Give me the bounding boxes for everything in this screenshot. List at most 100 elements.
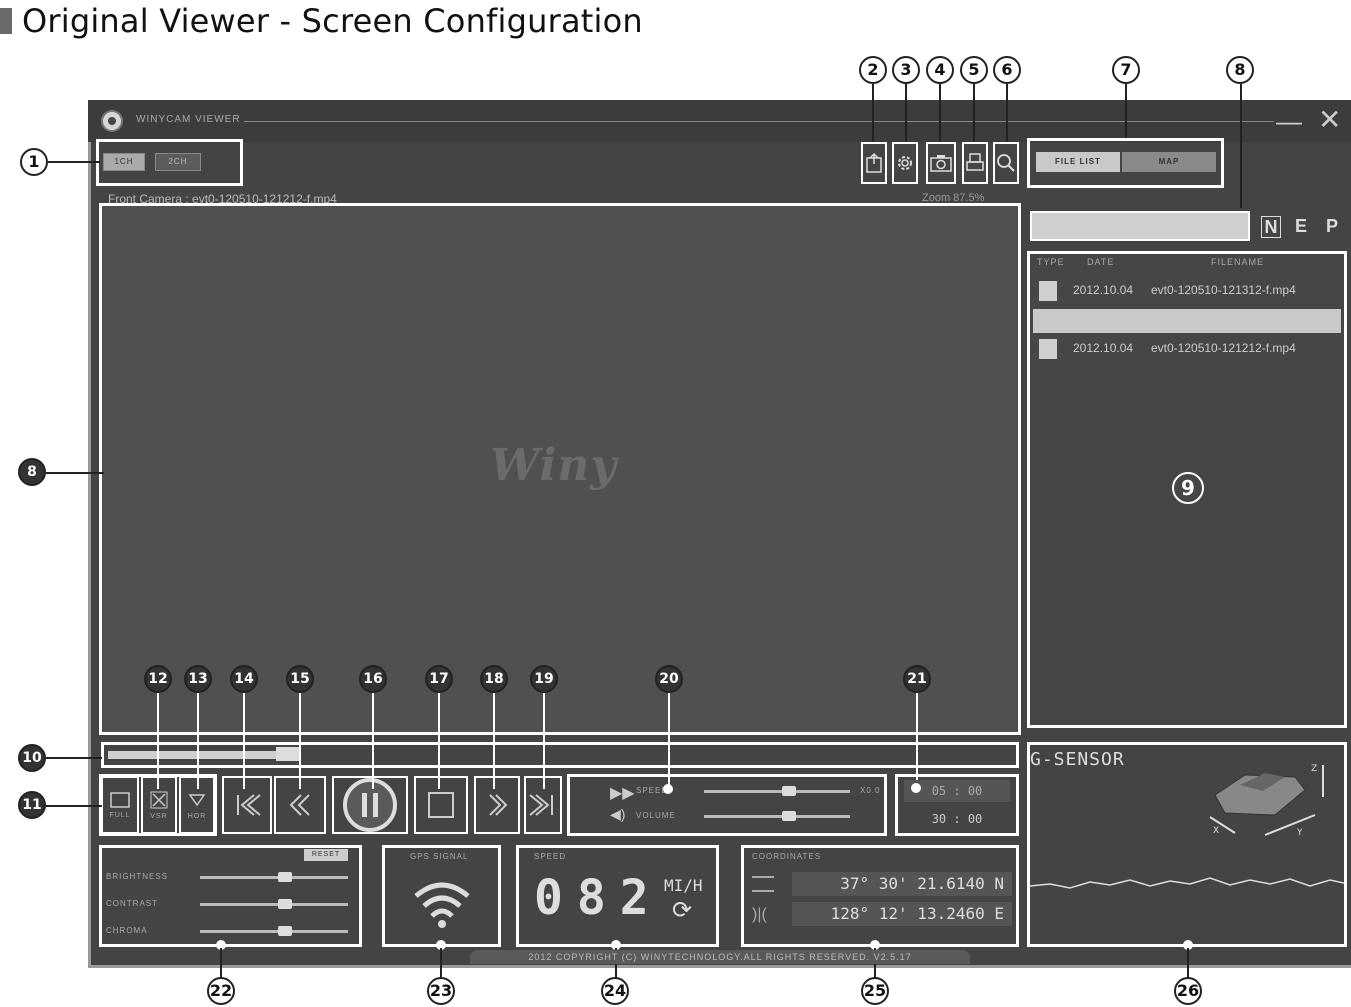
longitude-value: 128° 12' 13.2460 E	[792, 902, 1012, 926]
callout-18: 17	[425, 665, 453, 693]
callout-6: 6	[993, 56, 1021, 84]
callout-21: 20	[655, 665, 683, 693]
callout-dot	[663, 784, 673, 794]
g-sensor-label: G-SENSOR	[1030, 749, 1125, 770]
callout-5: 5	[960, 56, 988, 84]
axis-y-label: Y	[1296, 828, 1303, 838]
file-search-input[interactable]	[1030, 211, 1250, 241]
reset-button[interactable]: RESET	[304, 849, 348, 861]
search-icon[interactable]	[993, 142, 1019, 184]
time-total: 30 : 00	[931, 812, 983, 826]
tab-map[interactable]: MAP	[1122, 152, 1216, 172]
stop-button[interactable]	[414, 776, 468, 834]
callout-line	[1240, 84, 1242, 208]
speed-slider-track	[704, 790, 850, 793]
callout-10: 8	[18, 458, 46, 486]
callout-line	[493, 693, 495, 789]
callout-12: 11	[18, 791, 46, 819]
callout-line	[46, 472, 104, 474]
copyright-text: 2012 COPYRIGHT (C) WINYTECHNOLOGY.ALL RI…	[470, 950, 970, 964]
refresh-icon[interactable]: ⟳	[672, 896, 692, 925]
callout-9: 9	[1172, 472, 1204, 504]
channel-2ch-button[interactable]: 2CH	[155, 153, 201, 171]
speed-digits: 082	[534, 870, 663, 926]
latitude-value: 37° 30' 21.6140 N	[792, 872, 1012, 896]
speed-unit: MI/H	[664, 876, 703, 895]
callout-2: 2	[859, 56, 887, 84]
axis-x-label: X	[1213, 826, 1219, 836]
chroma-label: CHROMA	[106, 926, 148, 935]
app-title: WINYCAM VIEWER	[136, 114, 241, 125]
callout-line	[46, 757, 102, 759]
volume-slider-handle[interactable]	[782, 811, 796, 821]
camera-icon[interactable]	[926, 142, 956, 184]
callout-line	[157, 693, 159, 789]
callout-line	[243, 693, 245, 789]
callout-7: 7	[1112, 56, 1140, 84]
filter-event-button[interactable]: E	[1291, 216, 1311, 238]
brightness-handle[interactable]	[278, 872, 292, 882]
latitude-icon	[752, 876, 774, 892]
gps-label: GPS SIGNAL	[410, 852, 469, 861]
longitude-icon: )|(	[752, 906, 767, 923]
export-icon[interactable]	[861, 142, 887, 184]
wifi-signal-icon	[410, 876, 474, 935]
axis-z-label: Z	[1311, 764, 1317, 774]
callout-17: 16	[359, 665, 387, 693]
callout-26: 25	[861, 977, 889, 1005]
callout-line	[872, 84, 874, 142]
chroma-track	[200, 930, 348, 933]
filter-normal-button[interactable]: N	[1261, 216, 1281, 238]
callout-line	[46, 805, 102, 807]
settings-icon[interactable]	[892, 142, 918, 184]
callout-24: 23	[427, 977, 455, 1005]
callout-11: 10	[18, 744, 46, 772]
callout-line	[1187, 948, 1189, 978]
tab-file-list[interactable]: FILE LIST	[1036, 152, 1120, 172]
title-divider	[244, 121, 1274, 122]
callout-4: 4	[926, 56, 954, 84]
contrast-handle[interactable]	[278, 899, 292, 909]
channel-1ch-button[interactable]: 1CH	[103, 153, 145, 171]
callout-line	[220, 948, 222, 978]
winy-watermark: Winy	[490, 440, 617, 491]
print-icon[interactable]	[962, 142, 988, 184]
callout-dot	[911, 783, 921, 793]
callout-23: 22	[207, 977, 235, 1005]
seek-progress	[108, 751, 278, 759]
coordinates-label: COORDINATES	[752, 852, 822, 861]
app-logo-icon	[101, 110, 123, 132]
skip-back-button[interactable]	[222, 776, 272, 834]
callout-line	[1125, 84, 1127, 138]
chroma-handle[interactable]	[278, 926, 292, 936]
speed-slider-handle[interactable]	[782, 786, 796, 796]
callout-line	[299, 693, 301, 789]
forward-button[interactable]	[474, 776, 520, 834]
callout-15: 14	[230, 665, 258, 693]
close-button[interactable]: ✕	[1318, 106, 1341, 134]
callout-line	[973, 84, 975, 142]
callout-line	[939, 84, 941, 142]
brightness-label: BRIGHTNESS	[106, 872, 169, 881]
minimize-button[interactable]: —	[1276, 108, 1302, 134]
callout-1: 1	[20, 148, 48, 176]
callout-27: 26	[1174, 977, 1202, 1005]
callout-line	[438, 693, 440, 789]
seek-handle[interactable]	[276, 747, 300, 761]
filter-parking-button[interactable]: P	[1322, 216, 1342, 238]
callout-3: 3	[892, 56, 920, 84]
callout-line	[440, 948, 442, 978]
callout-line	[372, 693, 374, 789]
pause-button[interactable]	[332, 776, 408, 834]
speed-icon: ▶▶	[610, 785, 635, 802]
contrast-label: CONTRAST	[106, 899, 158, 908]
callout-line	[905, 84, 907, 142]
callout-25: 24	[601, 977, 629, 1005]
volume-label: VOLUME	[636, 811, 676, 820]
callout-19: 18	[480, 665, 508, 693]
brightness-track	[200, 876, 348, 879]
callout-8: 8	[1226, 56, 1254, 84]
callout-line	[1006, 84, 1008, 142]
callout-22: 21	[903, 665, 931, 693]
speed-value: X0.0	[860, 786, 881, 795]
